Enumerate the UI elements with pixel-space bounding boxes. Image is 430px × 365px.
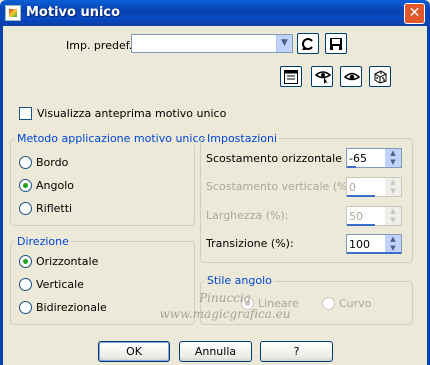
chevron-down-icon[interactable]: ▼ <box>276 35 292 52</box>
cancel-button[interactable]: Annulla <box>179 341 252 362</box>
transition-value[interactable]: 100 <box>349 238 370 251</box>
vertical-offset-bar <box>347 195 375 197</box>
vertical-offset-label: Scostamento verticale (%): <box>206 180 356 193</box>
ok-button[interactable]: OK <box>98 341 170 362</box>
auto-proof-button[interactable] <box>340 66 362 87</box>
width-value: 50 <box>349 210 363 223</box>
layout-button[interactable] <box>280 66 302 87</box>
spin-down-icon: ▼ <box>385 216 401 225</box>
horizontal-offset-value[interactable]: -65 <box>349 152 367 165</box>
randomize-button[interactable] <box>369 66 391 87</box>
radio-verticale[interactable] <box>19 278 32 291</box>
window-frame-left <box>0 26 3 365</box>
close-button[interactable]: ✕ <box>404 3 425 24</box>
radio-bordo[interactable] <box>19 156 32 169</box>
width-label: Larghezza (%): <box>206 209 289 222</box>
help-button[interactable]: ? <box>260 341 333 362</box>
horizontal-offset-bar <box>347 166 356 168</box>
dice-icon <box>374 70 387 84</box>
direction-group-title: Direzione <box>15 235 71 248</box>
horizontal-offset-spinner[interactable]: -65 ▲ ▼ <box>346 148 402 168</box>
radio-angolo[interactable] <box>19 179 32 192</box>
transition-bar <box>347 252 401 254</box>
spin-up-icon: ▲ <box>385 178 401 187</box>
radio-rifletti-label[interactable]: Rifletti <box>36 202 72 215</box>
floppy-disk-icon <box>330 38 342 50</box>
radio-bordo-label[interactable]: Bordo <box>36 156 68 169</box>
width-spinner: 50 ▲ ▼ <box>346 206 402 226</box>
method-group-title: Metodo applicazione motivo unico <box>15 132 208 145</box>
watermark-line-1: Pinuccia <box>199 291 251 305</box>
horizontal-offset-label: Scostamento orizzontale (%): <box>206 152 369 165</box>
eye-pointer-icon <box>315 71 331 84</box>
settings-group-title: Impostazioni <box>205 132 280 145</box>
save-preset-button[interactable] <box>325 33 347 54</box>
window-title: Motivo unico <box>26 5 121 20</box>
radio-curvo-label: Curvo <box>339 297 372 310</box>
preview-checkbox-label[interactable]: Visualizza anteprima motivo unico <box>37 107 226 120</box>
radio-bidirezionale-label[interactable]: Bidirezionale <box>36 301 107 314</box>
spin-up-icon[interactable]: ▲ <box>385 149 401 158</box>
app-icon <box>5 5 21 21</box>
watermark-line-2: www.magicgrafica.eu <box>159 307 291 321</box>
reset-preset-button[interactable] <box>297 33 319 54</box>
transition-label: Transizione (%): <box>206 237 294 250</box>
undo-arrow-icon <box>302 38 313 50</box>
spin-up-icon[interactable]: ▲ <box>385 235 401 244</box>
width-bar <box>347 224 375 226</box>
vertical-offset-value: 0 <box>349 181 356 194</box>
radio-rifletti[interactable] <box>19 202 32 215</box>
proof-button[interactable] <box>311 66 333 87</box>
spin-down-icon: ▼ <box>385 187 401 196</box>
vertical-offset-spinner: 0 ▲ ▼ <box>346 177 402 197</box>
watermark: Pinuccia www.magicgrafica.eu <box>110 290 340 322</box>
radio-orizzontale-label[interactable]: Orizzontale <box>36 255 98 268</box>
spin-down-icon[interactable]: ▼ <box>385 158 401 167</box>
preset-dropdown[interactable]: ▼ <box>131 34 293 53</box>
corner-style-group-title: Stile angolo <box>205 274 274 287</box>
radio-angolo-label[interactable]: Angolo <box>36 179 74 192</box>
preset-label: Imp. predef.: <box>66 39 136 52</box>
spin-up-icon: ▲ <box>385 207 401 216</box>
radio-verticale-label[interactable]: Verticale <box>36 278 84 291</box>
eye-icon <box>344 72 360 81</box>
window-layout-icon <box>284 70 298 84</box>
radio-orizzontale[interactable] <box>19 255 32 268</box>
preview-checkbox[interactable] <box>19 107 32 120</box>
transition-spinner[interactable]: 100 ▲ ▼ <box>346 234 402 254</box>
radio-bidirezionale[interactable] <box>19 301 32 314</box>
